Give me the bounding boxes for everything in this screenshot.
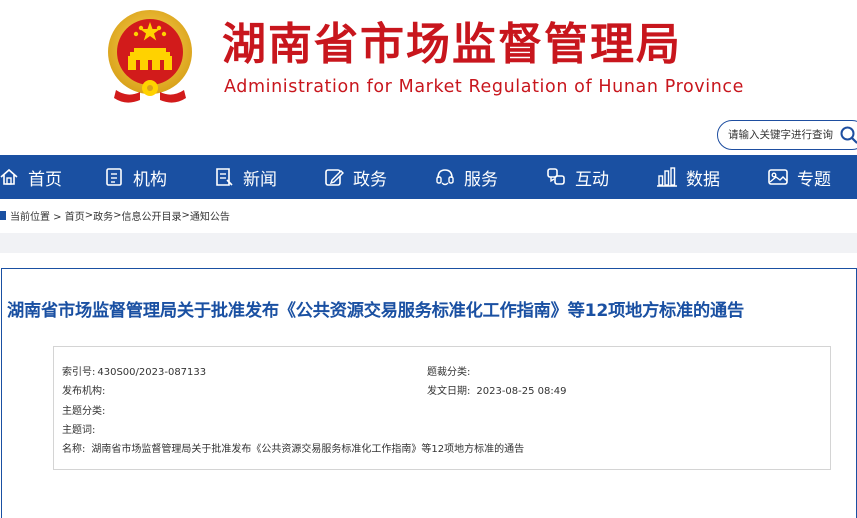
meta-label: 发文日期: — [427, 386, 471, 397]
breadcrumb-prefix: 当前位置 > — [10, 211, 65, 223]
bar-chart-icon — [657, 167, 677, 187]
breadcrumb-info-catalog[interactable]: 信息公开目录 — [122, 208, 182, 223]
article-meta-box: 索引号: 430S00/2023-087133 题裁分类: 发布机构: 发文日期:… — [53, 346, 831, 470]
meta-date: 发文日期: 2023-08-25 08:49 — [427, 382, 567, 397]
breadcrumb-notices[interactable]: 通知公告 — [190, 208, 230, 223]
divider-bar — [0, 233, 857, 253]
site-header: 湖南省市场监督管理局 Administration for Market Reg… — [0, 0, 857, 155]
meta-label: 主题分类: — [62, 406, 106, 417]
search-input[interactable] — [728, 127, 838, 143]
nav-label: 互动 — [575, 169, 609, 190]
national-emblem-icon — [108, 10, 192, 103]
meta-name: 名称: 湖南省市场监督管理局关于批准发布《公共资源交易服务标准化工作指南》等12项… — [62, 440, 524, 455]
meta-value: 2023-08-25 08:49 — [476, 386, 567, 397]
meta-label: 发布机构: — [62, 386, 106, 397]
nav-item-service[interactable]: 服务 — [434, 155, 498, 199]
meta-label: 名称: — [62, 444, 86, 455]
breadcrumb-government[interactable]: 政务 — [93, 208, 113, 223]
nav-item-interaction[interactable]: 互动 — [545, 155, 609, 199]
breadcrumb-separator: > — [113, 209, 122, 221]
nav-item-institution[interactable]: 机构 — [103, 155, 167, 199]
search-icon[interactable] — [840, 126, 857, 144]
meta-label: 题裁分类: — [427, 367, 471, 378]
news-icon — [216, 168, 233, 186]
search-box — [717, 120, 857, 150]
nav-label: 服务 — [464, 169, 498, 190]
article-title: 湖南省市场监督管理局关于批准发布《公共资源交易服务标准化工作指南》等12项地方标… — [7, 301, 744, 321]
meta-topic: 主题分类: — [62, 402, 111, 417]
meta-value: 湖南省市场监督管理局关于批准发布《公共资源交易服务标准化工作指南》等12项地方标… — [91, 444, 525, 455]
nav-item-special[interactable]: 专题 — [767, 155, 831, 199]
nav-label: 专题 — [797, 169, 831, 190]
breadcrumb: 当前位置 > 首页 > 政务 > 信息公开目录 > 通知公告 — [0, 208, 230, 223]
meta-publisher: 发布机构: — [62, 382, 111, 397]
interaction-icon — [547, 168, 565, 185]
meta-value: 430S00/2023-087133 — [97, 367, 207, 378]
nav-label: 政务 — [353, 169, 387, 190]
service-icon — [436, 169, 454, 186]
meta-keywords: 主题词: — [62, 421, 101, 436]
nav-label: 新闻 — [243, 169, 277, 190]
breadcrumb-separator: > — [181, 209, 190, 221]
nav-item-data[interactable]: 数据 — [656, 155, 720, 199]
building-icon — [106, 168, 122, 186]
breadcrumb-separator: > — [84, 209, 94, 221]
meta-subject-category: 题裁分类: — [427, 363, 476, 378]
home-icon — [0, 168, 18, 185]
location-marker-icon — [0, 210, 6, 220]
meta-index: 索引号: 430S00/2023-087133 — [62, 363, 206, 378]
meta-label: 索引号: — [62, 367, 96, 378]
nav-label: 机构 — [133, 169, 167, 190]
site-title: 湖南省市场监督管理局 — [222, 19, 682, 70]
main-nav: 首页 机构 新闻 政务 服务 互动 数据 专题 — [0, 155, 857, 199]
nav-label: 数据 — [686, 169, 720, 190]
breadcrumb-home[interactable]: 首页 — [65, 208, 85, 223]
nav-item-news[interactable]: 新闻 — [213, 155, 277, 199]
nav-item-home[interactable]: 首页 — [0, 155, 62, 199]
meta-label: 主题词: — [62, 425, 96, 436]
site-subtitle: Administration for Market Regulation of … — [224, 77, 744, 97]
image-icon — [768, 169, 788, 185]
nav-item-government[interactable]: 政务 — [323, 155, 387, 199]
nav-label: 首页 — [28, 169, 62, 190]
edit-icon — [325, 169, 344, 186]
